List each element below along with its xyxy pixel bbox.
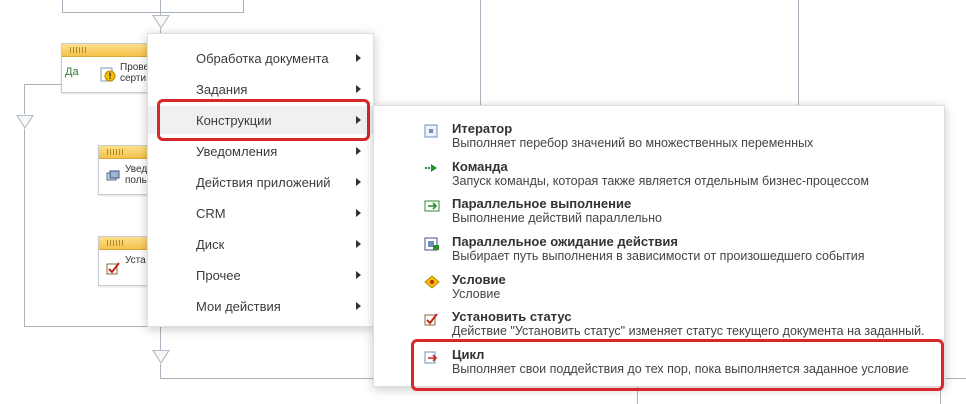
- submenu-item-title: Команда: [452, 159, 508, 174]
- notification-icon: [106, 170, 120, 181]
- submenu-item[interactable]: Условие Условие: [374, 271, 944, 309]
- menu-item[interactable]: Уведомления: [148, 137, 373, 165]
- parallel-wait-icon: [424, 237, 439, 251]
- submenu-arrow-icon: [356, 147, 361, 155]
- submenu-item-title: Условие: [452, 272, 506, 287]
- menu-item[interactable]: CRM: [148, 199, 373, 227]
- workflow-block-check[interactable]: Да Прове серти: [61, 43, 151, 93]
- block-text-line: Прове: [120, 62, 150, 73]
- menu-item-label: Прочее: [196, 268, 241, 283]
- connector-line: [24, 84, 25, 114]
- highlight-loop: [411, 339, 944, 391]
- submenu-item-title: Итератор: [452, 121, 513, 136]
- submenu-item-description: Действие "Установить статус" изменяет ст…: [452, 324, 925, 338]
- submenu-arrow-icon: [356, 54, 361, 62]
- drag-handle-icon[interactable]: [107, 240, 125, 246]
- connector-line: [160, 364, 161, 379]
- submenu-arrow-icon: [356, 85, 361, 93]
- connector-line: [24, 129, 25, 326]
- connector-line: [480, 0, 481, 105]
- connector-arrow: [16, 115, 34, 129]
- submenu-item[interactable]: Параллельное выполнение Выполнение действ…: [374, 195, 944, 233]
- submenu-item[interactable]: Параллельное ожидание действия Выбирает п…: [374, 233, 944, 271]
- submenu-item-description: Условие: [452, 287, 501, 301]
- workflow-block-status[interactable]: Уста: [98, 236, 152, 286]
- menu-item[interactable]: Прочее: [148, 261, 373, 289]
- submenu-arrow-icon: [356, 209, 361, 217]
- menu-item-label: Обработка документа: [196, 51, 329, 66]
- submenu-item-description: Запуск команды, которая также является о…: [452, 174, 869, 188]
- set-status-icon: [106, 262, 120, 275]
- connector-line: [24, 326, 148, 327]
- menu-item-label: Мои действия: [196, 299, 281, 314]
- command-icon: [424, 162, 438, 176]
- connector-arrow: [152, 350, 170, 364]
- connector-line: [24, 84, 62, 85]
- connector-line: [243, 0, 244, 12]
- submenu-item-description: Выбирает путь выполнения в зависимости о…: [452, 249, 865, 263]
- block-text-line: серти: [120, 73, 147, 84]
- connector-line: [62, 12, 244, 13]
- menu-item-label: Уведомления: [196, 144, 278, 159]
- menu-item[interactable]: Действия приложений: [148, 168, 373, 196]
- highlight-constructions: [157, 99, 370, 141]
- context-menu: Обработка документа Задания Конструкции Уве…: [147, 33, 374, 327]
- submenu-item-title: Параллельное ожидание действия: [452, 234, 678, 249]
- connector-line: [942, 378, 966, 379]
- submenu-arrow-icon: [356, 178, 361, 186]
- submenu-item-title: Параллельное выполнение: [452, 196, 632, 211]
- connector-line: [160, 325, 161, 351]
- submenu-arrow-icon: [356, 271, 361, 279]
- submenu-item[interactable]: Команда Запуск команды, которая также явл…: [374, 158, 944, 196]
- menu-item[interactable]: Обработка документа: [148, 44, 373, 72]
- menu-item-label: Действия приложений: [196, 175, 331, 190]
- set-status-icon: [424, 312, 438, 326]
- connector-line: [62, 0, 63, 12]
- menu-item-label: Задания: [196, 82, 248, 97]
- iterator-icon: [424, 124, 438, 138]
- drag-handle-icon[interactable]: [107, 149, 125, 155]
- submenu-item[interactable]: Итератор Выполняет перебор значений во мн…: [374, 120, 944, 158]
- drag-handle-icon[interactable]: [70, 47, 88, 53]
- submenu-item-description: Выполняет перебор значений во множествен…: [452, 136, 814, 150]
- submenu-arrow-icon: [356, 240, 361, 248]
- menu-item[interactable]: Мои действия: [148, 292, 373, 320]
- condition-icon: [424, 275, 440, 289]
- menu-item[interactable]: Диск: [148, 230, 373, 258]
- yes-label: Да: [65, 66, 79, 78]
- workflow-block-notify[interactable]: Увед поль: [98, 145, 152, 195]
- connector-line: [798, 0, 799, 105]
- submenu-arrow-icon: [356, 302, 361, 310]
- submenu-item-title: Установить статус: [452, 309, 572, 324]
- block-header: [99, 237, 151, 250]
- block-header: [99, 146, 151, 159]
- submenu-item-description: Выполнение действий параллельно: [452, 211, 662, 225]
- menu-item-label: Диск: [196, 237, 225, 252]
- warning-icon: [100, 67, 116, 82]
- block-header: [62, 44, 150, 57]
- connector-arrow: [152, 15, 170, 29]
- parallel-icon: [424, 199, 440, 213]
- connector-line: [160, 378, 374, 379]
- menu-item-label: CRM: [196, 206, 226, 221]
